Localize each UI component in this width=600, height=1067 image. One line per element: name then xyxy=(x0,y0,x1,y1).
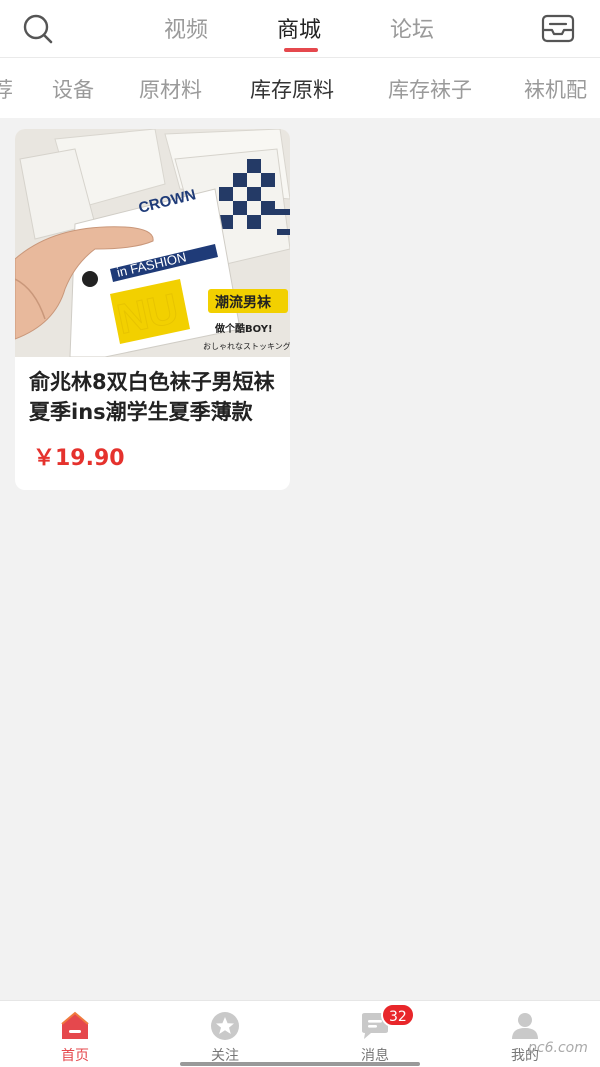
message-badge: 32 xyxy=(381,1003,415,1027)
category-item-stock-socks[interactable]: 库存袜子 xyxy=(388,74,472,104)
product-title: 俞兆林8双白色袜子男短袜夏季ins潮学生夏季薄款 xyxy=(29,370,275,424)
search-icon[interactable] xyxy=(20,11,56,47)
tab-video[interactable]: 视频 xyxy=(164,12,208,44)
tabbar-item-messages[interactable]: 消息 xyxy=(300,1001,450,1067)
category-item-materials[interactable]: 原材料 xyxy=(139,74,202,104)
bottom-tab-bar: 首页 关注 消息 我的 xyxy=(0,1000,600,1067)
top-tabs: 视频 商城 论坛 xyxy=(0,0,600,58)
category-bar: 荐 设备 原材料 库存原料 库存袜子 袜机配 xyxy=(0,58,600,118)
top-header: 视频 商城 论坛 xyxy=(0,0,600,58)
product-card[interactable]: CROWN in FASHION NU 潮流男袜 做个酷BOY! おしゃれなスト… xyxy=(15,129,290,490)
tabbar-item-follow[interactable]: 关注 xyxy=(150,1001,300,1067)
user-icon xyxy=(509,1011,541,1041)
tag-sub2: おしゃれなストッキング xyxy=(203,341,290,351)
category-item-equipment[interactable]: 设备 xyxy=(52,74,94,104)
category-item-stock-materials[interactable]: 库存原料 xyxy=(250,74,334,104)
watermark-logo: pc6.com xyxy=(528,1040,588,1056)
category-item-recommend[interactable]: 荐 xyxy=(0,74,13,104)
product-image: CROWN in FASHION NU 潮流男袜 做个酷BOY! おしゃれなスト… xyxy=(15,129,290,358)
tab-forum[interactable]: 论坛 xyxy=(390,12,434,44)
product-price: ￥19.90 xyxy=(33,446,125,471)
home-indicator[interactable] xyxy=(180,1062,420,1066)
tabbar-item-home[interactable]: 首页 xyxy=(0,1001,150,1067)
tag-text: 潮流男袜 xyxy=(215,294,272,311)
mail-icon[interactable] xyxy=(540,12,576,46)
category-item-sock-machine-parts[interactable]: 袜机配 xyxy=(524,74,587,104)
tabbar-label-home: 首页 xyxy=(61,1048,89,1064)
home-icon xyxy=(59,1011,91,1041)
star-icon xyxy=(209,1011,241,1041)
tab-mall[interactable]: 商城 xyxy=(277,12,321,44)
tag-sub1: 做个酷BOY! xyxy=(214,322,273,335)
tabbar-item-profile[interactable]: 我的 xyxy=(450,1001,600,1067)
active-tab-indicator xyxy=(284,48,318,52)
